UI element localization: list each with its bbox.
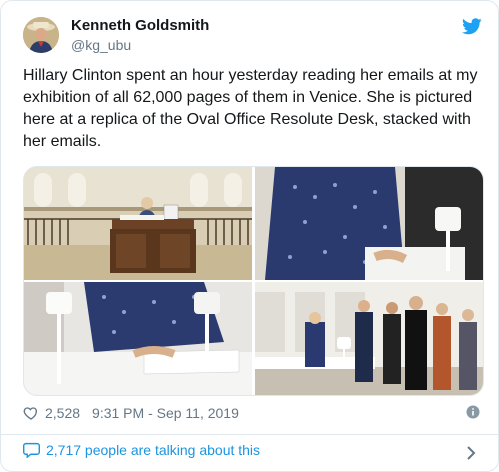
- tweet-timestamp[interactable]: 9:31 PM - Sep 11, 2019: [92, 405, 239, 421]
- speech-bubble-icon: [23, 442, 40, 458]
- tweet-card: Kenneth Goldsmith @kg_ubu Hillary Clinto…: [0, 0, 499, 472]
- tweet-text: Hillary Clinton spent an hour yesterday …: [23, 67, 478, 150]
- photo-desk-wide[interactable]: [24, 167, 252, 280]
- photo-reading-closeup[interactable]: [255, 167, 483, 280]
- info-icon[interactable]: [466, 405, 480, 419]
- tweet-meta: 2,528 9:31 PM - Sep 11, 2019: [23, 403, 239, 423]
- twitter-bird-icon[interactable]: [462, 18, 482, 35]
- divider: [1, 434, 498, 435]
- like-count[interactable]: 2,528: [45, 405, 80, 421]
- author-name[interactable]: Kenneth Goldsmith: [71, 17, 209, 34]
- author-handle[interactable]: @kg_ubu: [71, 37, 131, 53]
- photo-pages-lamp[interactable]: [24, 282, 252, 395]
- avatar[interactable]: [23, 17, 59, 53]
- media-grid: [23, 166, 484, 396]
- chevron-right-icon[interactable]: [466, 446, 476, 460]
- conversation-link[interactable]: 2,717 people are talking about this: [23, 442, 260, 458]
- heart-icon[interactable]: [23, 405, 39, 421]
- talking-count[interactable]: 2,717 people are talking about this: [46, 442, 260, 458]
- photo-gallery-visitors[interactable]: [255, 282, 483, 395]
